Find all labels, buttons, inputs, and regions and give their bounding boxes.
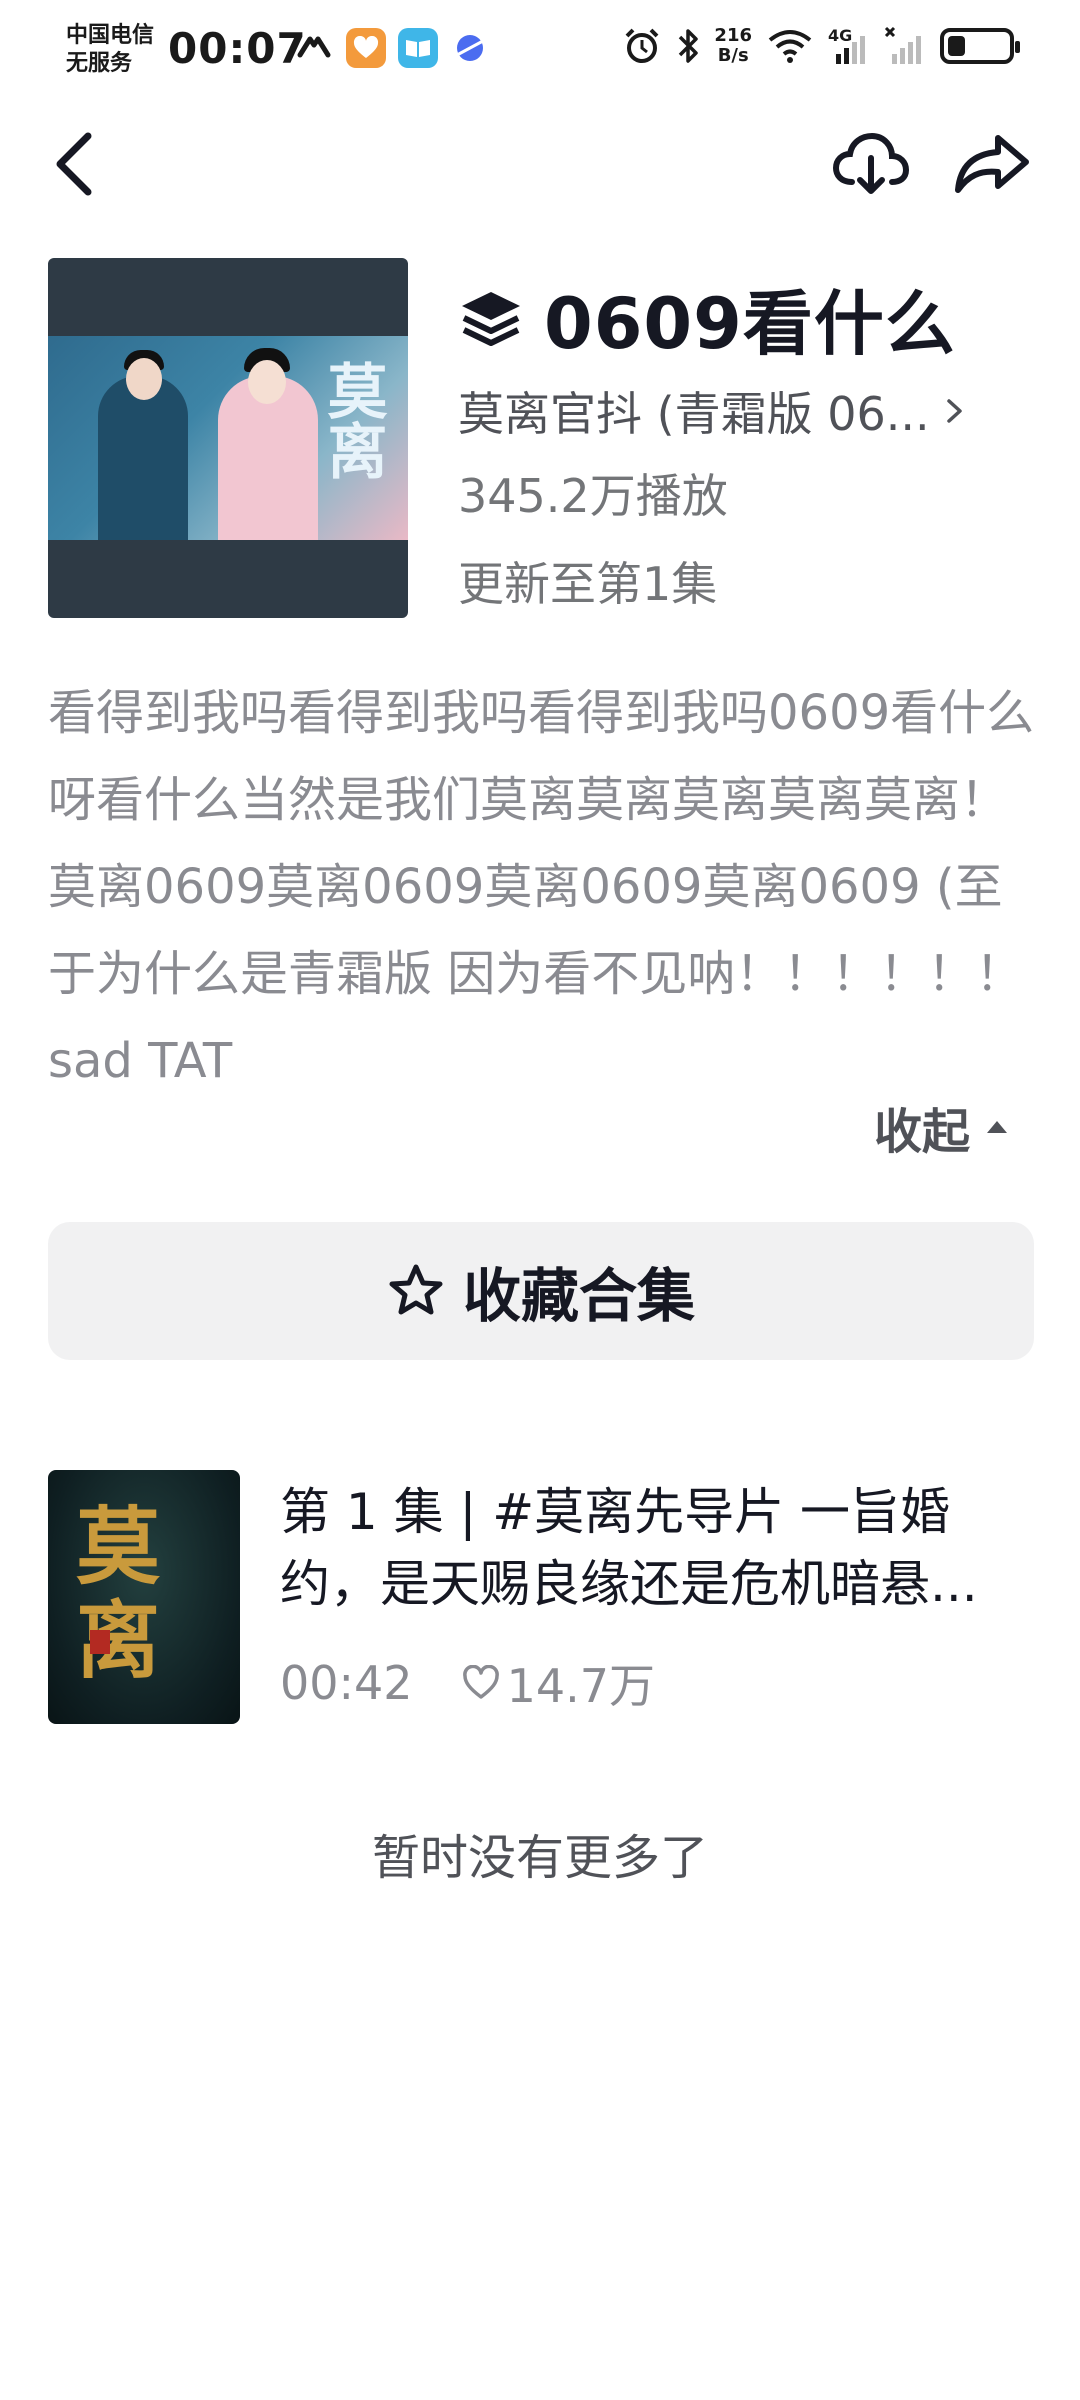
back-button[interactable] [48, 124, 108, 204]
episode-list-item[interactable]: 莫离 第 1 集 | #莫离先导片 一旨婚约，是天赐良缘还是危机暗悬... 00… [48, 1470, 1038, 1724]
triangle-up-icon [987, 1121, 1008, 1133]
wifi-icon [768, 30, 812, 63]
play-count: 345.2万播放 [458, 469, 728, 523]
collect-button-label: 收藏合集 [462, 1262, 695, 1330]
layers-icon [462, 291, 520, 346]
heart-icon [462, 1665, 499, 1699]
network-speed: 216 B/s [714, 26, 752, 66]
chevron-right-icon [946, 399, 962, 423]
no-signal-icon [884, 26, 921, 64]
status-time: 00:07 [168, 24, 307, 73]
download-button[interactable] [830, 124, 910, 204]
battery-icon [940, 28, 1020, 64]
collection-source-link[interactable]: 莫离官抖 (青霜版 06... [458, 378, 998, 444]
episode-duration: 00:42 [280, 1656, 413, 1710]
seal-stamp [90, 1630, 110, 1654]
episode-thumbnail-text: 莫离 [76, 1497, 161, 1690]
episode-like-count: 14.7万 [506, 1659, 655, 1713]
cover-image: 莫离 [48, 336, 408, 540]
battery-level-fill [948, 36, 965, 56]
heart-app-icon [346, 28, 386, 68]
system-icons: 216 B/s 4G [622, 26, 1020, 66]
share-arrow-icon [955, 135, 1029, 193]
cover-figure-face [248, 360, 286, 404]
alarm-icon [626, 28, 659, 63]
episode-title: 第 1 集 | #莫离先导片 一旨婚约，是天赐良缘还是危机暗悬... [280, 1483, 978, 1613]
cover-figure [98, 376, 188, 540]
no-more-label: 暂时没有更多了 [371, 1830, 708, 1886]
app-notification-icon [294, 28, 334, 68]
carrier-info: 中国电信 无服务 [66, 22, 154, 78]
collection-title-row: 0609看什么 [458, 268, 956, 369]
status-bar: 中国电信 无服务 00:07 216 B/s 4G [0, 0, 1080, 100]
chevron-left-icon [56, 132, 92, 196]
collection-title: 0609看什么 [544, 283, 956, 365]
carrier-name: 中国电信 [66, 23, 155, 48]
collection-description: 看得到我吗看得到我吗看得到我吗0609看什么呀看什么当然是我们莫离莫离莫离莫离莫… [48, 685, 1035, 1089]
collapse-label: 收起 [874, 1104, 971, 1160]
signal-4g-icon: 4G [828, 26, 870, 66]
star-icon [389, 1264, 443, 1315]
network-speed-value: 216 [714, 25, 752, 46]
notification-icons [294, 28, 490, 68]
collapse-button[interactable]: 收起 [874, 1092, 1010, 1162]
share-button[interactable] [952, 124, 1032, 204]
collection-source: 莫离官抖 (青霜版 06... [458, 387, 930, 441]
episode-meta: 00:42 14.7万 [280, 1650, 655, 1716]
planet-app-icon [450, 28, 490, 68]
cover-title-text: 莫离 [317, 360, 387, 480]
network-speed-unit: B/s [717, 45, 749, 66]
episode-thumbnail: 莫离 [48, 1470, 240, 1724]
carrier-service: 无服务 [66, 51, 133, 76]
cover-figure-face [126, 358, 162, 400]
book-app-icon [398, 28, 438, 68]
collect-collection-button[interactable]: 收藏合集 [48, 1222, 1034, 1360]
episode-likes: 14.7万 [461, 1650, 655, 1716]
bluetooth-icon [679, 29, 699, 63]
update-status: 更新至第1集 [458, 557, 718, 611]
collection-cover[interactable]: 莫离 [48, 258, 408, 618]
cloud-download-icon [832, 132, 910, 194]
